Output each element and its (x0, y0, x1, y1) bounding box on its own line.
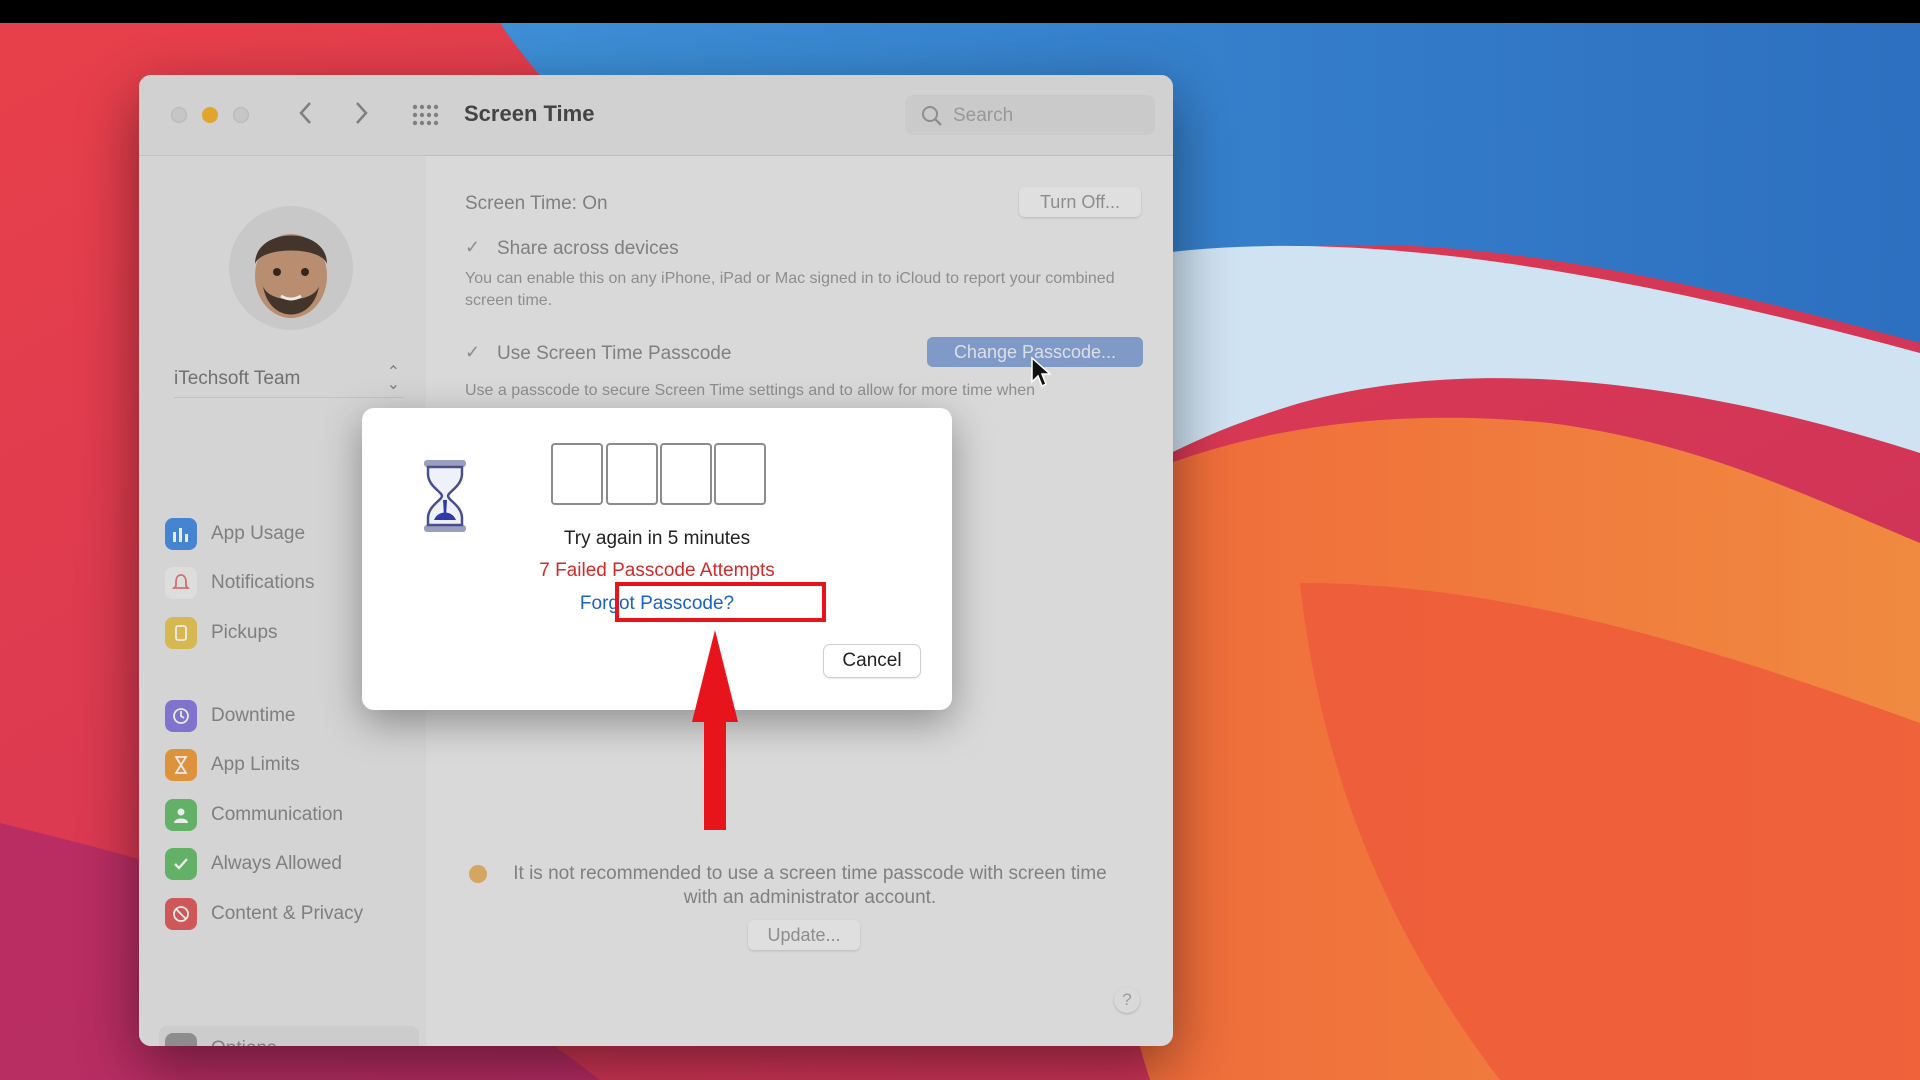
passcode-digit-1[interactable] (551, 443, 603, 505)
failed-attempts-message: 7 Failed Passcode Attempts (539, 560, 775, 581)
hourglass-icon (424, 460, 466, 532)
annotation-highlight-box (615, 582, 826, 622)
passcode-digit-4[interactable] (714, 443, 766, 505)
annotation-arrow-icon (692, 630, 738, 830)
passcode-digit-3[interactable] (660, 443, 712, 505)
mouse-cursor-icon (1031, 356, 1052, 388)
passcode-digit-2[interactable] (606, 443, 658, 505)
passcode-dialog: Try again in 5 minutes 7 Failed Passcode… (362, 408, 952, 710)
retry-message: Try again in 5 minutes (563, 528, 751, 549)
top-black-bar (0, 0, 1920, 23)
cancel-button[interactable]: Cancel (824, 645, 920, 677)
